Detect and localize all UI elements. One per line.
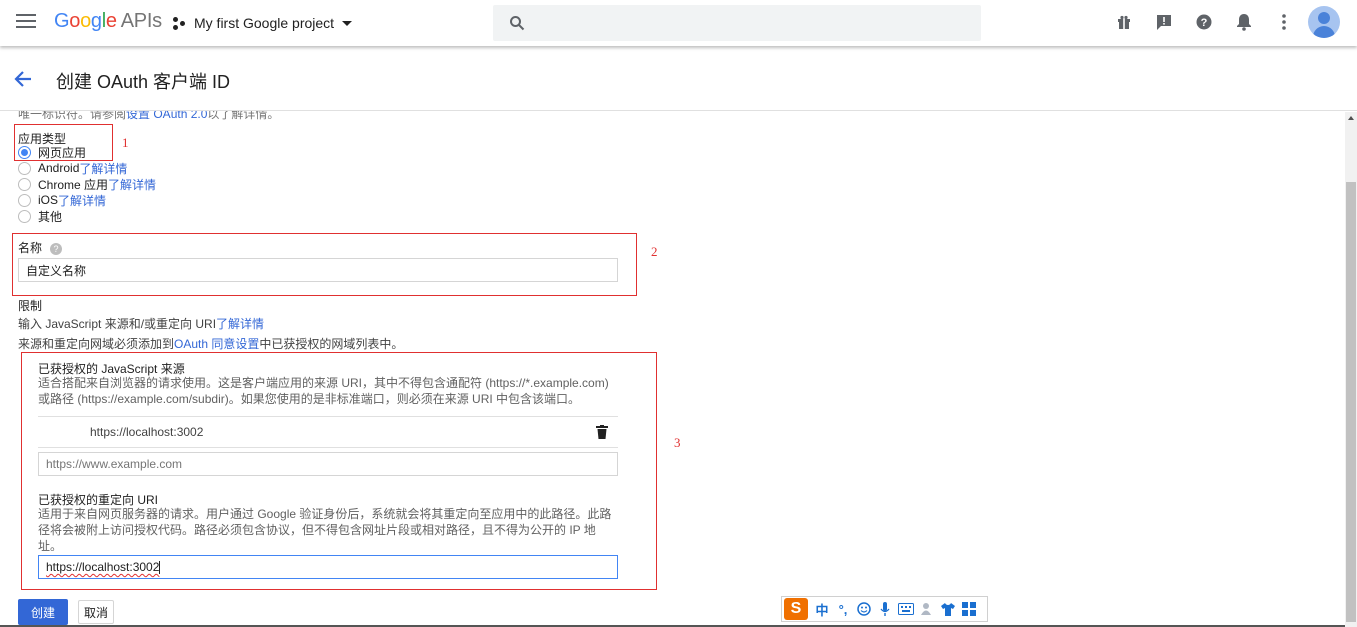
app-type-option[interactable]: Chrome 应用 了解详情 [18, 176, 156, 192]
sogou-logo-icon[interactable]: S [784, 598, 808, 620]
restrictions-learn-more-link[interactable]: 了解详情 [216, 317, 264, 331]
learn-more-link[interactable]: 了解详情 [108, 176, 156, 193]
restrictions-desc-2: 来源和重定向网域必须添加到OAuth 同意设置中已获授权的网域列表中。 [18, 335, 403, 352]
back-arrow-icon[interactable] [12, 68, 34, 90]
redirect-desc-3: 址。 [38, 539, 63, 553]
menu-icon[interactable] [16, 14, 36, 30]
emoji-icon[interactable] [856, 601, 872, 617]
top-app-bar: Google APIs My first Google project ? [0, 0, 1357, 46]
radio-unselected[interactable] [18, 177, 31, 191]
app-type-option-label: Android [38, 161, 80, 175]
avatar[interactable] [1308, 6, 1340, 38]
logo-apis-text: APIs [120, 10, 162, 32]
name-input[interactable]: 自定义名称 [18, 258, 618, 282]
svg-text:?: ? [1201, 17, 1208, 29]
radio-selected[interactable] [18, 145, 31, 159]
app-type-option[interactable]: Android 了解详情 [18, 160, 127, 176]
radio-unselected[interactable] [18, 209, 31, 223]
app-type-option[interactable]: 网页应用 [18, 144, 86, 160]
redirect-uri-input[interactable]: https://localhost:3002 [38, 555, 618, 579]
more-vert-icon[interactable] [1274, 12, 1294, 32]
scroll-up-icon[interactable] [1348, 116, 1354, 120]
search-icon [510, 16, 525, 31]
app-type-option-label: Chrome 应用 [38, 177, 109, 192]
annotation-number-2: 2 [651, 244, 658, 259]
gift-icon[interactable] [1114, 12, 1134, 32]
notifications-icon[interactable] [1234, 12, 1254, 32]
origin-list-item: https://localhost:3002 [38, 416, 618, 448]
app-type-option[interactable]: 其他 [18, 208, 62, 224]
radio-unselected[interactable] [18, 161, 31, 175]
user-icon[interactable] [919, 601, 935, 617]
toolbox-icon[interactable] [961, 601, 977, 617]
help-icon[interactable]: ? [1194, 12, 1214, 32]
radio-unselected[interactable] [18, 193, 31, 207]
app-type-option[interactable]: iOS 了解详情 [18, 192, 106, 208]
learn-more-link[interactable]: 了解详情 [58, 192, 106, 209]
annotation-number-1: 1 [122, 135, 129, 150]
redirect-uri-value: https://localhost:3002 [46, 560, 160, 574]
redirect-desc-2: 径将会被附上访问授权代码。路径必须包含协议，但不得包含网址片段或相对路径，且不得… [38, 523, 596, 537]
create-button[interactable]: 创建 [18, 599, 68, 625]
js-origins-desc-2: 或路径 (https://example.com/subdir)。如果您使用的是… [38, 392, 581, 406]
name-label-row: 名称? [18, 239, 63, 256]
annotation-number-3: 3 [674, 435, 681, 450]
restrictions-label: 限制 [18, 299, 43, 313]
delete-icon[interactable] [596, 425, 608, 439]
name-label: 名称 [18, 241, 43, 255]
app-type-option-label: iOS [38, 193, 59, 207]
js-origin-input[interactable]: https://www.example.com [38, 452, 618, 476]
restrictions-desc-1: 输入 JavaScript 来源和/或重定向 URI了解详情 [18, 315, 264, 332]
page-header: 创建 OAuth 客户端 ID [0, 48, 1357, 111]
app-type-option-label: 其他 [38, 209, 63, 224]
project-selector[interactable]: My first Google project [172, 12, 353, 34]
logo-google-text: Google [54, 10, 117, 32]
search-bar[interactable] [493, 5, 981, 41]
scrollbar-thumb[interactable] [1346, 182, 1356, 622]
feedback-icon[interactable] [1154, 12, 1174, 32]
keyboard-icon[interactable] [898, 601, 914, 617]
restrictions-desc-2-suffix: 中已获授权的网域列表中。 [259, 337, 404, 351]
oauth-consent-link[interactable]: OAuth 同意设置 [174, 337, 259, 351]
ime-language-toggle[interactable]: 中 [814, 601, 830, 618]
project-name: My first Google project [194, 15, 335, 31]
origin-uri: https://localhost:3002 [90, 425, 204, 439]
restrictions-desc-1-text: 输入 JavaScript 来源和/或重定向 URI [18, 317, 217, 331]
project-dots-icon [172, 15, 188, 31]
punctuation-icon[interactable]: °, [835, 601, 851, 617]
microphone-icon[interactable] [877, 601, 893, 617]
learn-more-link[interactable]: 了解详情 [79, 160, 127, 177]
google-apis-logo[interactable]: Google APIs [54, 10, 162, 33]
cancel-button[interactable]: 取消 [78, 600, 114, 624]
js-origins-desc-1: 适合搭配来自浏览器的请求使用。这是客户端应用的来源 URI，其中不得包含通配符 … [38, 376, 609, 390]
chevron-down-icon [342, 20, 353, 26]
ime-toolbar[interactable]: S 中 °, [781, 596, 988, 622]
main-content: 唯一标识符。请参阅设置 OAuth 2.0以了解详情。 1 应用类型 网页应用 A… [0, 100, 1345, 627]
restrictions-desc-2-prefix: 来源和重定向网域必须添加到 [18, 337, 175, 351]
help-circle-icon[interactable]: ? [50, 242, 63, 255]
app-type-option-label: 网页应用 [38, 145, 87, 160]
redirect-desc-1: 适用于来自网页服务器的请求。用户通过 Google 验证身份后，系统就会将其重定… [38, 507, 612, 521]
page-title: 创建 OAuth 客户端 ID [56, 72, 231, 92]
scrollbar[interactable] [1345, 112, 1357, 627]
skin-icon[interactable] [940, 601, 956, 617]
